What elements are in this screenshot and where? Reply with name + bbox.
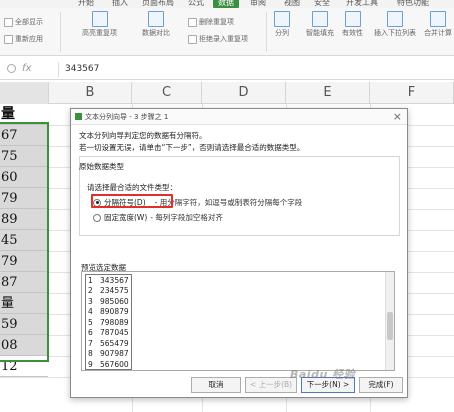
cell-a[interactable]: 45 (0, 230, 48, 251)
cell-a[interactable]: 75 (0, 146, 48, 167)
fx-icon[interactable]: fx (22, 63, 31, 74)
tab-page-layout[interactable]: 页面布局 (142, 0, 174, 8)
preview-row: 6 787045 (88, 328, 129, 338)
split-column-button[interactable]: 分列 (274, 11, 290, 38)
option-fixed-width[interactable]: 固定宽度(W) - 每列字段加空格对齐 (93, 212, 223, 223)
smart-fill-button[interactable]: 智能填充 (306, 11, 334, 38)
ribbon-separator (60, 12, 61, 52)
insert-dropdown-button[interactable]: 插入下拉列表 (374, 11, 416, 38)
preview-row: 7 565479 (88, 338, 129, 348)
reject-duplicates-button[interactable]: 拒绝录入重复项 (188, 34, 248, 44)
formula-input[interactable]: 343567 (58, 62, 454, 77)
text-to-columns-dialog: 文本分列向导 - 3 步骤之 1 × 文本分列向导判定您的数据有分隔符。 若一切… (70, 108, 408, 398)
highlight-duplicates-button[interactable]: 高亮重复项 (82, 11, 117, 38)
tab-insert[interactable]: 插入 (112, 0, 128, 8)
ribbon-toolbar: 全部显示 重新应用 高亮重复项 数据对比 删除重复项 拒绝录入重复项 分列 智能… (0, 8, 454, 56)
cell-a[interactable]: 79 (0, 251, 48, 272)
app-icon (75, 113, 82, 120)
split-icon (274, 11, 290, 27)
merge-calc-button[interactable]: 合并计算 (424, 11, 452, 38)
zoom-icon[interactable] (7, 64, 16, 73)
ribbon-tab-bar: 开始 插入 页面布局 公式 数据 审阅 视图 安全 开发工具 特色功能 (0, 0, 454, 8)
tab-security[interactable]: 安全 (314, 0, 330, 8)
delete-dup-icon (188, 17, 197, 27)
option-delimited-desc: - 用分隔字符，如逗号或制表符分隔每个字段 (154, 198, 303, 207)
validity-icon (344, 11, 361, 27)
smart-fill-icon (312, 11, 328, 27)
preview-row: 5 798089 (88, 317, 129, 327)
finish-button[interactable]: 完成(F) (359, 377, 403, 393)
cell-a-header[interactable]: 量 (0, 104, 48, 125)
cell-a[interactable]: 08 (0, 335, 48, 356)
preview-row: 4 890879 (88, 307, 129, 317)
reapply-button[interactable]: 重新应用 (4, 34, 43, 44)
tab-special[interactable]: 特色功能 (397, 0, 429, 8)
option-delimited-label: 分隔符号(D) (104, 198, 146, 207)
close-icon[interactable]: × (393, 110, 402, 123)
compare-icon (148, 11, 164, 27)
file-type-label: 请选择最合适的文件类型： (87, 183, 177, 192)
delete-duplicates-button[interactable]: 删除重复项 (188, 17, 234, 27)
refresh-icon (4, 34, 13, 44)
validity-button[interactable]: 有效性 (342, 11, 363, 38)
preview-scrollbar[interactable] (385, 272, 394, 370)
column-header-e[interactable]: E (286, 82, 370, 104)
tab-data[interactable]: 数据 (213, 0, 239, 8)
highlight-icon (91, 11, 108, 27)
tab-review[interactable]: 审阅 (250, 0, 266, 8)
preview-row: 1 343567 (88, 275, 129, 285)
reject-icon (188, 34, 197, 44)
cell-a[interactable]: 60 (0, 167, 48, 188)
column-header-a[interactable] (0, 82, 49, 104)
cell-a[interactable]: 89 (0, 209, 48, 230)
dialog-title: 文本分列向导 - 3 步骤之 1 (85, 112, 169, 121)
preview-row: 8 907987 (88, 349, 129, 359)
tab-developer[interactable]: 开发工具 (346, 0, 378, 8)
data-compare-button[interactable]: 数据对比 (142, 11, 170, 38)
cell-a[interactable]: 79 (0, 188, 48, 209)
cell-a[interactable]: 量 (0, 293, 48, 314)
dropdown-list-icon (387, 11, 403, 27)
tab-view[interactable]: 视图 (284, 0, 300, 8)
show-all-button[interactable]: 全部显示 (4, 17, 43, 27)
preview-row: 3 985060 (88, 296, 129, 306)
cell-a[interactable]: 67 (0, 125, 48, 146)
data-type-group (79, 156, 400, 236)
tab-formula[interactable]: 公式 (188, 0, 204, 8)
intro-line-1: 文本分列向导判定您的数据有分隔符。 (79, 131, 207, 140)
merge-icon (430, 11, 446, 27)
cell-a[interactable]: 12 (0, 356, 48, 377)
group-label: 原始数据类型 (79, 162, 124, 171)
radio-fixed-width[interactable] (93, 213, 101, 222)
formula-bar: fx 343567 (0, 60, 454, 80)
cell-a[interactable]: 59 (0, 314, 48, 335)
column-header-f[interactable]: F (370, 82, 454, 104)
radio-delimited[interactable] (93, 198, 101, 207)
column-headers: B C D E F (0, 82, 454, 104)
intro-line-2: 若一切设置无误，请单击“下一步”，否则请选择最合适的数据类型。 (79, 143, 305, 152)
ribbon-separator (266, 12, 267, 52)
preview-row: 9 567600 (88, 359, 129, 369)
option-delimited[interactable]: 分隔符号(D) - 用分隔字符，如逗号或制表符分隔每个字段 (93, 197, 302, 208)
option-fixed-desc: - 每列字段加空格对齐 (150, 213, 223, 222)
preview-pane[interactable]: 1 343567 2 234575 3 985060 4 890879 5 798089 … (81, 271, 395, 371)
preview-column: 1 343567 2 234575 3 985060 4 890879 5 798089 … (85, 274, 132, 370)
column-header-c[interactable]: C (132, 82, 202, 104)
cancel-button[interactable]: 取消 (191, 377, 241, 393)
dialog-title-bar[interactable]: 文本分列向导 - 3 步骤之 1 (71, 109, 407, 125)
option-fixed-label: 固定宽度(W) (104, 213, 148, 222)
column-header-b[interactable]: B (49, 82, 132, 104)
scrollbar-thumb[interactable] (387, 312, 393, 340)
watermark: Baidu 经验 (290, 368, 356, 381)
tab-start[interactable]: 开始 (78, 0, 94, 8)
column-header-d[interactable]: D (202, 82, 286, 104)
preview-row: 2 234575 (88, 286, 129, 296)
filter-icon (4, 17, 13, 27)
cell-a[interactable]: 87 (0, 272, 48, 293)
